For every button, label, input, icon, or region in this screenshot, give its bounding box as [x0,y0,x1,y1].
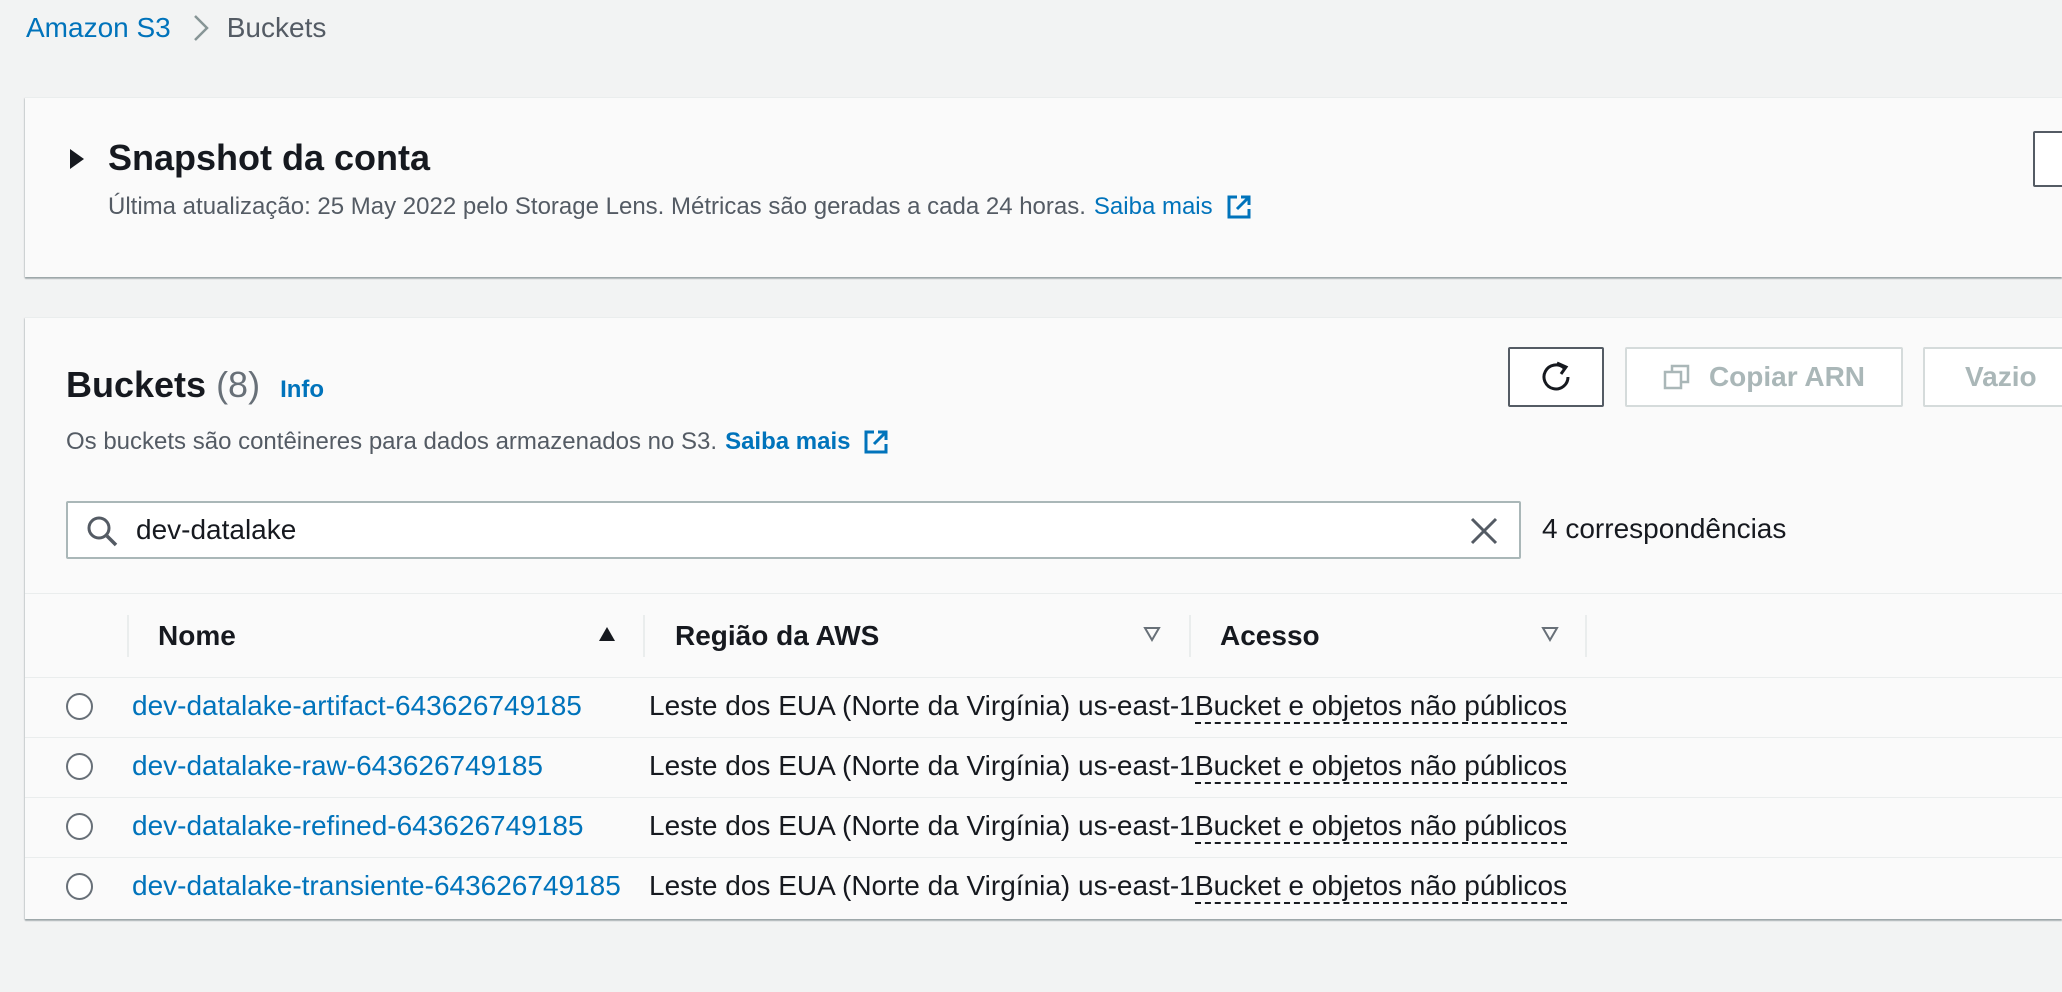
buckets-learn-more-label: Saiba mais [725,428,851,455]
bucket-search [66,501,1521,559]
bucket-region: Leste dos EUA (Norte da Virgínia) us-eas… [649,870,1195,901]
table-row[interactable]: dev-datalake-refined-643626749185 Leste … [25,798,2062,858]
breadcrumb-amazon-s3[interactable]: Amazon S3 [26,12,171,44]
close-icon[interactable] [1469,516,1499,546]
column-header-access[interactable]: Acesso [1220,620,1320,652]
refresh-button[interactable] [1508,347,1604,407]
external-link-icon [1225,193,1253,221]
row-select-radio[interactable] [66,873,93,900]
refresh-icon [1539,360,1573,394]
buckets-description: Os buckets são contêineres para dados ar… [66,428,890,456]
snapshot-meta: Última atualização: 25 May 2022 pelo Sto… [108,193,1253,221]
buckets-learn-more-link[interactable]: Saiba mais [725,428,890,456]
bucket-name-link[interactable]: dev-datalake-artifact-643626749185 [132,690,582,722]
bucket-search-input[interactable] [136,509,1436,551]
bucket-access[interactable]: Bucket e objetos não públicos [1195,750,1568,785]
buckets-title: Buckets [66,364,207,405]
filter-caret-icon[interactable] [1143,626,1161,642]
account-snapshot-panel: Snapshot da conta Última atualização: 25… [25,97,2062,277]
bucket-access[interactable]: Bucket e objetos não públicos [1195,870,1568,905]
filter-caret-icon[interactable] [1541,626,1559,642]
chevron-right-icon [193,14,209,42]
empty-bucket-label: Vazio [1965,361,2037,392]
bucket-region: Leste dos EUA (Norte da Virgínia) us-eas… [649,750,1195,781]
buckets-panel: Buckets (8) Info Os buckets são contêine… [25,317,2062,919]
row-select-radio[interactable] [66,753,93,780]
bucket-name-link[interactable]: dev-datalake-raw-643626749185 [132,750,543,782]
table-header: Nome Região da AWS Acesso [25,593,2062,678]
column-header-region[interactable]: Região da AWS [675,620,879,652]
row-select-radio[interactable] [66,813,93,840]
bucket-region: Leste dos EUA (Norte da Virgínia) us-eas… [649,810,1195,841]
snapshot-learn-more-label: Saiba mais [1093,193,1213,220]
buckets-count: (8) [216,364,261,405]
empty-bucket-button[interactable]: Vazio [1923,347,2062,407]
bucket-name-link[interactable]: dev-datalake-refined-643626749185 [132,810,583,842]
column-divider [127,615,129,657]
snapshot-learn-more-link[interactable]: Saiba mais [1094,193,1253,221]
column-header-name[interactable]: Nome [158,620,236,652]
table-row[interactable]: dev-datalake-transiente-643626749185 Les… [25,858,2062,918]
breadcrumb: Amazon S3 Buckets [26,8,326,48]
buckets-description-text: Os buckets são contêineres para dados ar… [66,428,718,455]
copy-icon [1663,363,1691,391]
column-divider [643,615,645,657]
table-row[interactable]: dev-datalake-artifact-643626749185 Leste… [25,678,2062,738]
breadcrumb-buckets: Buckets [226,12,327,43]
column-divider [1585,615,1587,657]
buckets-header: Buckets (8) Info [66,364,324,406]
caret-right-icon[interactable] [69,148,85,170]
row-select-radio[interactable] [66,693,93,720]
copy-arn-label: Copiar ARN [1708,361,1866,392]
bucket-access[interactable]: Bucket e objetos não públicos [1195,690,1568,725]
bucket-access[interactable]: Bucket e objetos não públicos [1195,810,1568,845]
view-storage-lens-button[interactable]: V [2033,131,2062,187]
search-icon [86,515,118,547]
bucket-region: Leste dos EUA (Norte da Virgínia) us-eas… [649,690,1195,721]
external-link-icon [862,428,890,456]
search-match-count: 4 correspondências [1542,513,1787,544]
bucket-name-link[interactable]: dev-datalake-transiente-643626749185 [132,870,621,902]
table-row[interactable]: dev-datalake-raw-643626749185 Leste dos … [25,738,2062,798]
snapshot-meta-text: Última atualização: 25 May 2022 pelo Sto… [108,193,1086,220]
sort-ascending-icon[interactable] [598,626,616,642]
copy-arn-button[interactable]: Copiar ARN [1625,347,1903,407]
info-link[interactable]: Info [280,376,324,404]
column-divider [1189,615,1191,657]
snapshot-title[interactable]: Snapshot da conta [108,136,430,179]
